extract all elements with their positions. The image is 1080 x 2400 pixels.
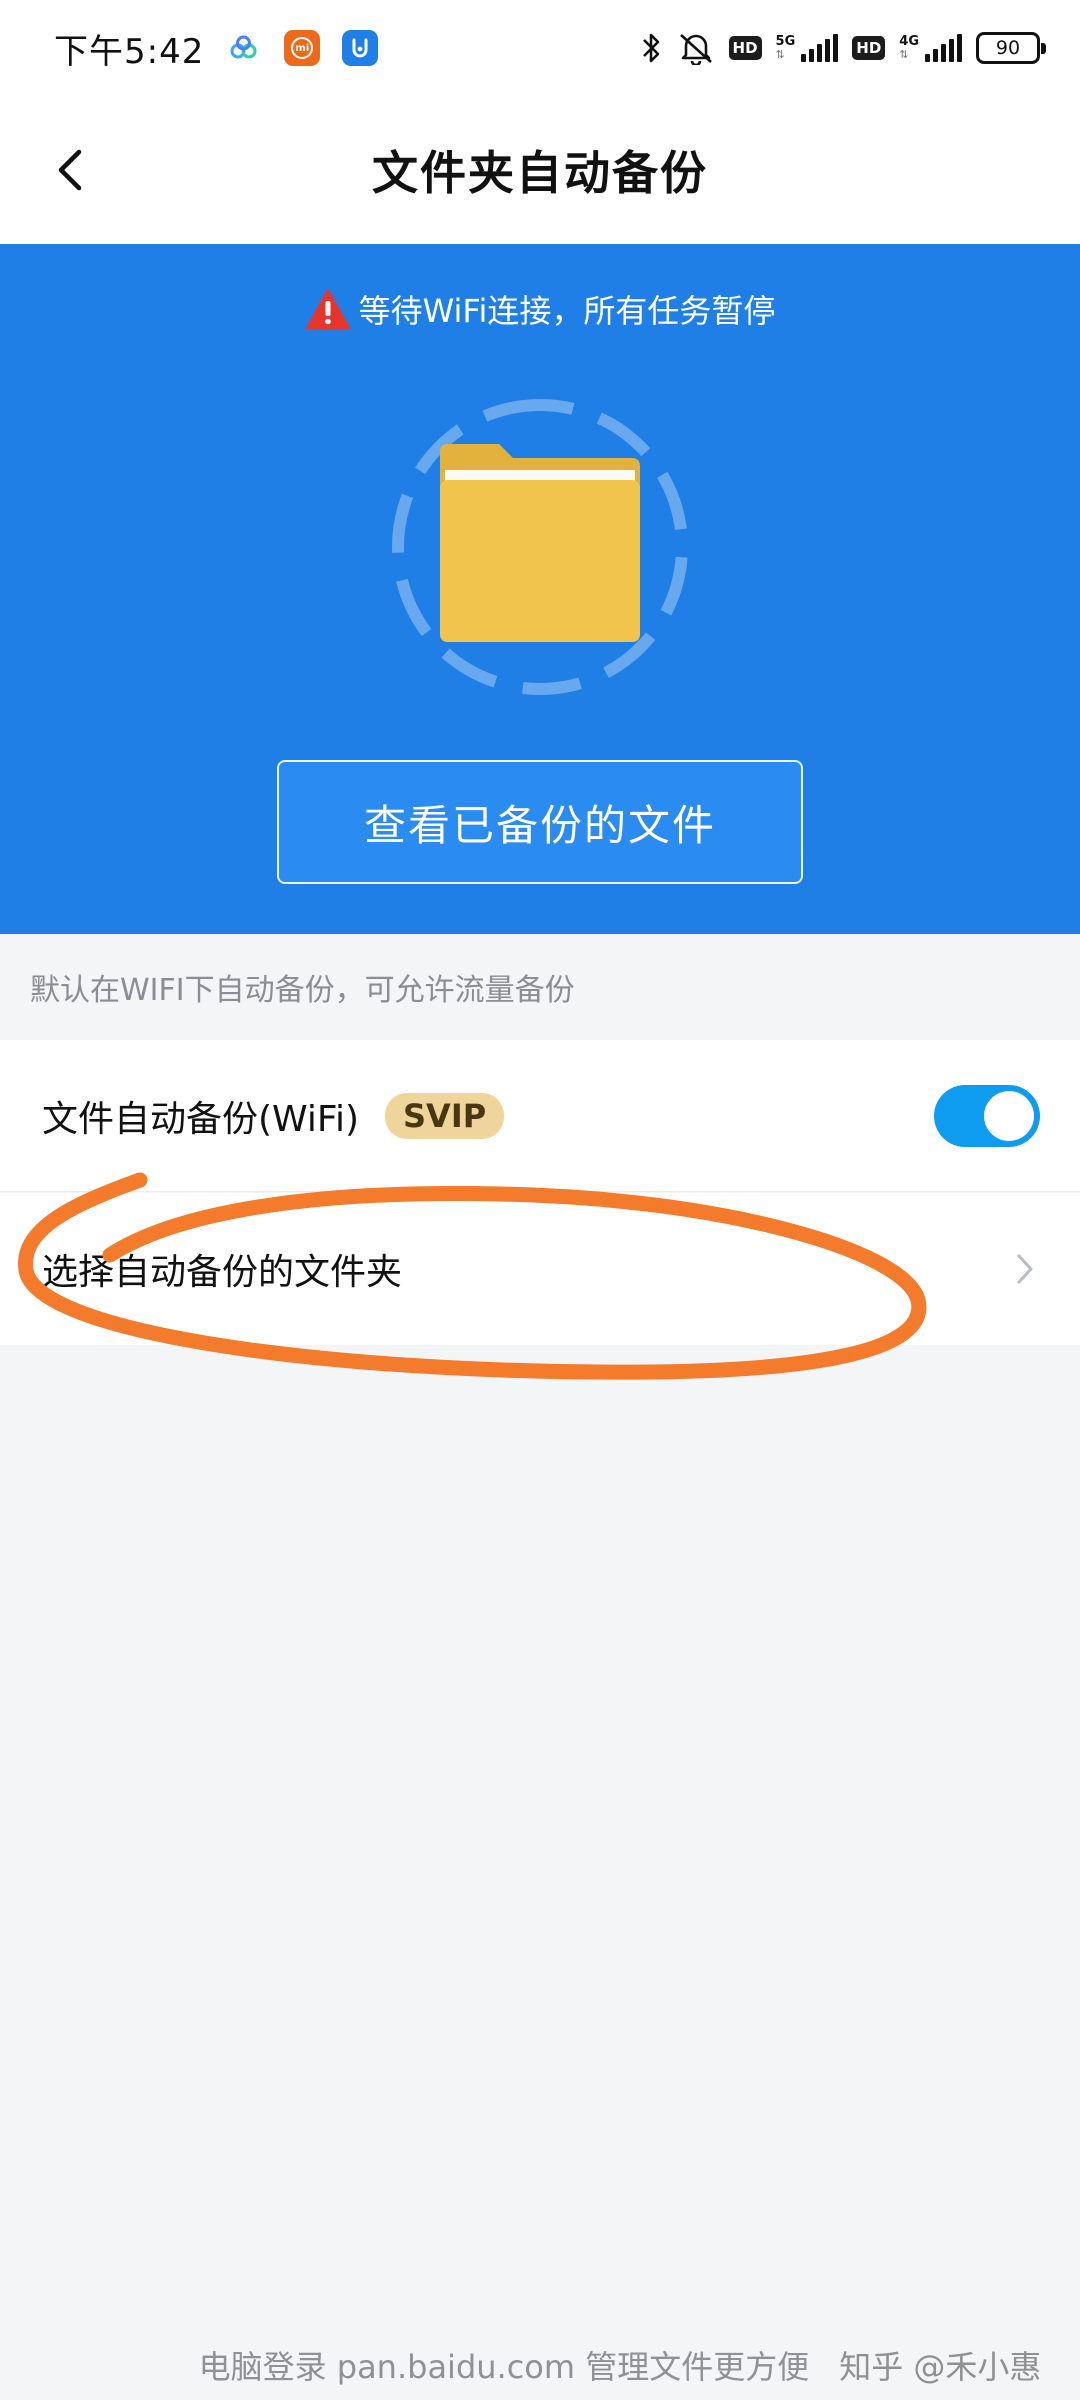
network-label-4g: 4G	[899, 34, 919, 49]
watermark-text: 知乎 @禾小惠	[839, 2348, 1042, 2386]
svip-badge: SVIP	[385, 1092, 505, 1139]
setting-select-folder[interactable]: 选择自动备份的文件夹	[0, 1193, 1080, 1345]
nav-header: 文件夹自动备份	[0, 96, 1080, 244]
app-notification-icon	[342, 30, 379, 66]
hd-label: HD	[728, 36, 762, 60]
bluetooth-icon	[641, 31, 663, 65]
view-backed-up-files-button[interactable]: 查看已备份的文件	[277, 760, 803, 884]
toggle-knob	[984, 1090, 1034, 1141]
warning-row: 等待WiFi连接，所有任务暂停	[0, 284, 1080, 334]
signal-strength-icon	[801, 34, 839, 62]
wifi-auto-backup-label: 文件自动备份(WiFi)	[42, 1098, 359, 1140]
network-type-4g: 4G ⇅	[899, 30, 919, 66]
folder-icon	[392, 399, 688, 695]
bell-off-icon	[677, 31, 715, 65]
data-arrows-icon: ⇅	[775, 48, 785, 61]
status-right: HD 5G ⇅ HD 4G ⇅ 90	[641, 30, 1046, 66]
network-type-5g: 5G ⇅	[776, 30, 796, 66]
hd-voice-icon: HD	[728, 31, 762, 65]
status-bar: 下午5:42 mi HD 5G ⇅ HD 4G ⇅ 90	[0, 0, 1080, 96]
info-text: 默认在WIFI下自动备份，可允许流量备份	[30, 973, 575, 1008]
wifi-auto-backup-toggle[interactable]	[934, 1084, 1040, 1147]
battery-level: 90	[995, 37, 1021, 59]
page-title: 文件夹自动备份	[372, 146, 708, 200]
warning-triangle-icon	[305, 289, 350, 329]
info-row: 默认在WIFI下自动备份，可允许流量备份	[0, 934, 1080, 1040]
baidu-cloud-notification-icon	[226, 33, 262, 63]
select-folder-label: 选择自动备份的文件夹	[42, 1252, 403, 1293]
battery-icon: 90	[976, 32, 1046, 64]
back-button[interactable]	[40, 140, 100, 200]
warning-text: 等待WiFi连接，所有任务暂停	[358, 292, 776, 330]
status-time: 下午5:42	[54, 31, 205, 72]
network-label-5g: 5G	[775, 34, 796, 49]
data-arrows-icon-2: ⇅	[899, 48, 909, 61]
signal-strength-icon-2	[925, 34, 962, 62]
footer: 电脑登录 pan.baidu.com 管理文件更方便 知乎 @禾小惠	[0, 2330, 1080, 2400]
status-left: 下午5:42 mi	[54, 24, 379, 73]
hero-banner: 等待WiFi连接，所有任务暂停 查看已备份的文件	[0, 244, 1080, 934]
chevron-left-icon	[58, 149, 82, 191]
chevron-right-icon	[1014, 1249, 1040, 1289]
setting-wifi-auto-backup: 文件自动备份(WiFi) SVIP	[0, 1040, 1080, 1192]
hd-voice-icon-2: HD	[852, 31, 886, 65]
hd-label-2: HD	[852, 36, 886, 60]
mi-app-notification-icon: mi	[284, 30, 321, 66]
footer-text: 电脑登录 pan.baidu.com 管理文件更方便	[198, 2348, 810, 2386]
